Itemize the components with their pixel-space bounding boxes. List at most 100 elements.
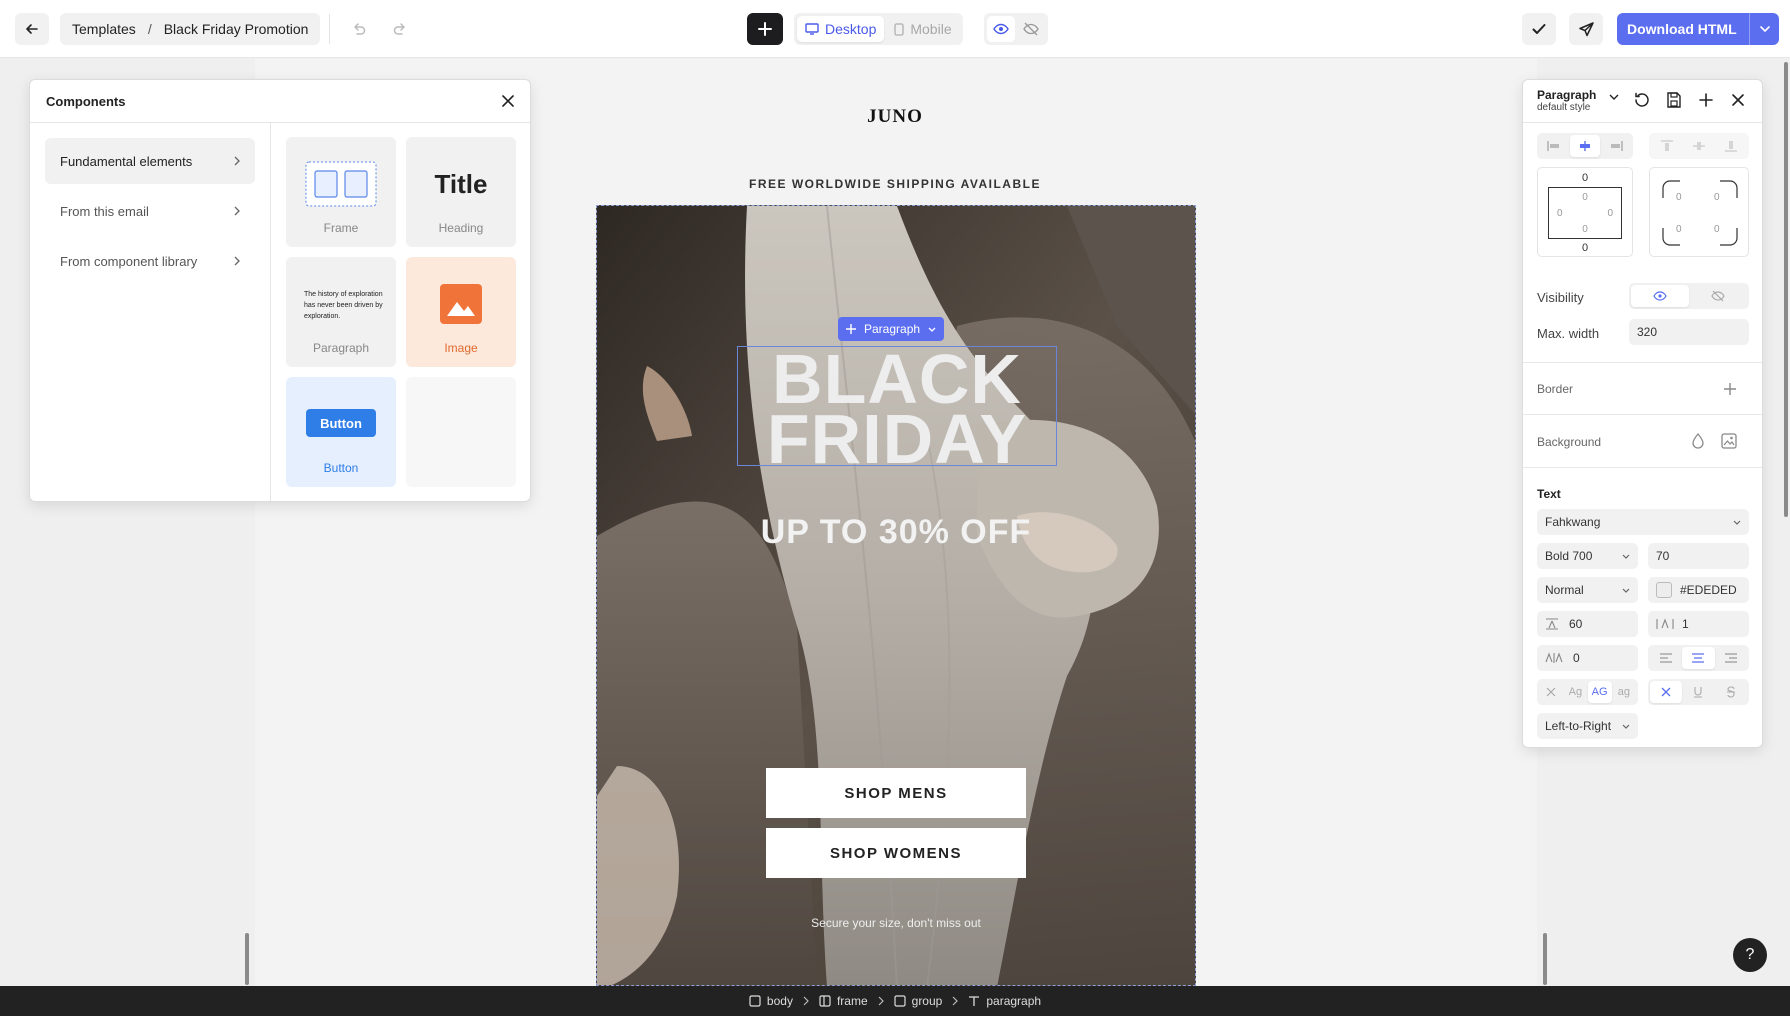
eye-off-icon xyxy=(1711,290,1725,302)
text-align-left-button[interactable] xyxy=(1650,647,1682,669)
breadcrumb-templates[interactable]: Templates xyxy=(72,21,136,37)
tab-desktop[interactable]: Desktop xyxy=(797,16,885,42)
category-fundamental-elements[interactable]: Fundamental elements xyxy=(45,138,255,184)
align-bottom-button[interactable] xyxy=(1715,135,1747,157)
add-style-button[interactable] xyxy=(1697,91,1715,109)
tab-mobile[interactable]: Mobile xyxy=(886,16,959,42)
path-item-group[interactable]: group xyxy=(894,994,942,1008)
font-weight-select[interactable]: Bold 700 xyxy=(1537,543,1638,569)
line-height-input[interactable]: 60 xyxy=(1537,611,1638,637)
text-color-input[interactable]: #EDEDED xyxy=(1648,577,1749,603)
letter-spacing-input[interactable]: 0 xyxy=(1537,645,1638,671)
padding-bottom-value[interactable]: 0 xyxy=(1538,242,1632,254)
align-middle-button[interactable] xyxy=(1683,135,1715,157)
align-center-button[interactable] xyxy=(1569,135,1601,157)
reset-icon xyxy=(1635,92,1649,107)
category-from-this-email[interactable]: From this email xyxy=(45,188,255,234)
component-tile-button[interactable]: Button Button xyxy=(286,377,396,487)
text-direction-select[interactable]: Left-to-Right xyxy=(1537,713,1638,739)
close-properties-button[interactable] xyxy=(1729,91,1747,109)
inner-top-value[interactable]: 0 xyxy=(1549,192,1621,203)
case-capitalize-button[interactable]: Ag xyxy=(1563,681,1587,703)
path-item-body[interactable]: body xyxy=(749,994,793,1008)
strikethrough-button[interactable] xyxy=(1715,681,1747,703)
headline-paragraph[interactable]: BLACK FRIDAY xyxy=(737,344,1057,474)
divider xyxy=(1523,467,1762,468)
component-tile-image[interactable]: Image xyxy=(406,257,516,367)
visible-button[interactable] xyxy=(1631,285,1689,307)
eye-icon xyxy=(1653,291,1667,301)
inner-bottom-value[interactable]: 0 xyxy=(1549,224,1621,235)
align-top-button[interactable] xyxy=(1651,135,1683,157)
properties-header: Paragraph default style xyxy=(1523,80,1762,123)
path-item-paragraph[interactable]: paragraph xyxy=(968,994,1041,1008)
text-align-center-button[interactable] xyxy=(1682,647,1715,669)
align-top-icon xyxy=(1661,140,1673,151)
right-scrollbar[interactable] xyxy=(1543,933,1547,985)
shop-mens-button[interactable]: SHOP MENS xyxy=(766,768,1026,818)
page-scrollbar[interactable] xyxy=(1784,62,1788,517)
offer-text[interactable]: UP TO 30% OFF xyxy=(597,513,1195,552)
letter-height-input[interactable]: 1 xyxy=(1648,611,1749,637)
footnote-text[interactable]: Secure your size, don't miss out xyxy=(597,916,1195,930)
path-item-frame[interactable]: frame xyxy=(819,994,868,1008)
font-family-select[interactable]: Fahkwang xyxy=(1537,509,1749,535)
color-swatch[interactable] xyxy=(1656,582,1672,598)
underline-icon xyxy=(1694,687,1703,698)
component-tile-heading[interactable]: Title Heading xyxy=(406,137,516,247)
align-left-button[interactable] xyxy=(1539,135,1570,157)
style-dropdown-button[interactable] xyxy=(1609,94,1619,100)
inner-right-value[interactable]: 0 xyxy=(1607,208,1613,219)
close-components-button[interactable] xyxy=(498,91,518,111)
breadcrumb-separator: / xyxy=(147,21,152,37)
undo-button[interactable] xyxy=(342,13,376,45)
shipping-notice[interactable]: FREE WORLDWIDE SHIPPING AVAILABLE xyxy=(680,177,1110,191)
redo-button[interactable] xyxy=(383,13,417,45)
font-style-select[interactable]: Normal xyxy=(1537,577,1638,603)
close-icon xyxy=(1661,687,1671,697)
left-scrollbar[interactable] xyxy=(245,933,249,985)
component-tile-paragraph[interactable]: The history of exploration has never bee… xyxy=(286,257,396,367)
hidden-button[interactable] xyxy=(1689,285,1747,307)
case-lowercase-button[interactable]: ag xyxy=(1612,681,1636,703)
download-html-button[interactable]: Download HTML xyxy=(1617,13,1779,45)
max-width-input[interactable]: 320 xyxy=(1629,319,1749,345)
underline-button[interactable] xyxy=(1682,681,1714,703)
background-color-button[interactable] xyxy=(1691,433,1705,449)
back-button[interactable] xyxy=(15,13,49,45)
case-none-button[interactable] xyxy=(1539,681,1563,703)
download-options-button[interactable] xyxy=(1749,13,1779,45)
hide-hidden-toggle[interactable] xyxy=(1017,16,1045,42)
radius-tr-value[interactable]: 0 xyxy=(1714,192,1720,203)
send-test-button[interactable] xyxy=(1569,13,1603,45)
help-button[interactable]: ? xyxy=(1733,938,1767,972)
radius-bl-value[interactable]: 0 xyxy=(1676,224,1682,235)
radius-tl-value[interactable]: 0 xyxy=(1676,192,1682,203)
add-component-button[interactable] xyxy=(747,13,783,45)
add-border-button[interactable] xyxy=(1722,381,1738,397)
visibility-label: Visibility xyxy=(1537,290,1584,305)
reset-style-button[interactable] xyxy=(1633,91,1651,109)
font-style-value: Normal xyxy=(1545,583,1584,597)
text-direction-value: Left-to-Right xyxy=(1545,719,1612,733)
shop-womens-button[interactable]: SHOP WOMENS xyxy=(766,828,1026,878)
align-right-button[interactable] xyxy=(1600,135,1631,157)
text-align-right-button[interactable] xyxy=(1715,647,1747,669)
case-uppercase-button[interactable]: AG xyxy=(1587,681,1612,703)
email-logo[interactable]: JUNO xyxy=(855,106,935,128)
hero-section[interactable]: Paragraph BLACK FRIDAY UP TO 30% OFF SHO… xyxy=(596,205,1196,986)
background-label: Background xyxy=(1537,435,1602,449)
component-tile-frame[interactable]: Frame xyxy=(286,137,396,247)
category-component-library[interactable]: From component library xyxy=(45,238,255,284)
background-image-button[interactable] xyxy=(1721,433,1737,449)
check-button[interactable] xyxy=(1522,13,1556,45)
selected-element-badge[interactable]: Paragraph xyxy=(838,317,945,341)
save-style-button[interactable] xyxy=(1665,91,1683,109)
line-height-value: 60 xyxy=(1569,617,1583,631)
decoration-none-button[interactable] xyxy=(1650,681,1683,703)
padding-top-value[interactable]: 0 xyxy=(1538,172,1632,184)
show-hidden-toggle[interactable] xyxy=(987,16,1015,42)
inner-left-value[interactable]: 0 xyxy=(1557,208,1563,219)
radius-br-value[interactable]: 0 xyxy=(1714,224,1720,235)
font-size-input[interactable]: 70 xyxy=(1648,543,1749,569)
